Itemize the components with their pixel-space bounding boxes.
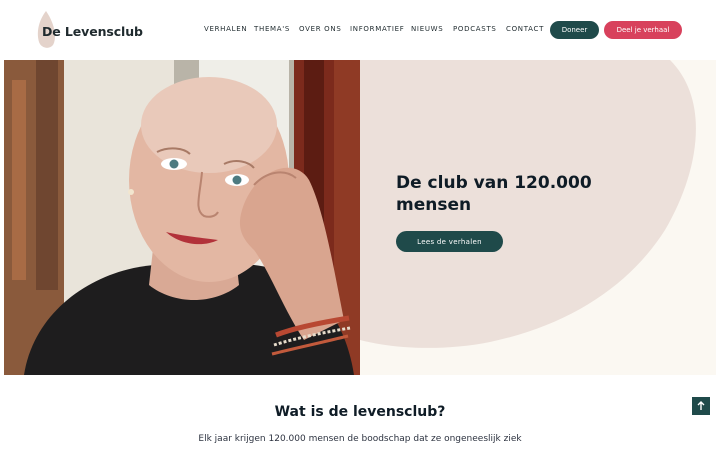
- hero-portrait-image: [4, 60, 360, 375]
- hero-section: De club van 120.000 mensen Lees de verha…: [4, 60, 716, 375]
- logo[interactable]: De Levensclub: [36, 10, 146, 50]
- share-story-button[interactable]: Deel je verhaal: [604, 21, 682, 39]
- read-stories-button[interactable]: Lees de verhalen: [396, 231, 503, 252]
- nav-item-over-ons[interactable]: OVER ONS: [299, 25, 341, 33]
- nav-item-contact[interactable]: CONTACT: [506, 25, 544, 33]
- nav-item-informatief[interactable]: INFORMATIEF: [350, 25, 404, 33]
- hero-decorative-blob: [360, 60, 696, 348]
- logo-text: De Levensclub: [42, 24, 143, 39]
- about-section-text: Elk jaar krijgen 120.000 mensen de boods…: [198, 434, 522, 444]
- back-to-top-button[interactable]: [692, 397, 710, 415]
- nav-item-podcasts[interactable]: PODCASTS: [453, 25, 497, 33]
- site-header: De Levensclub VERHALEN THEMA'S OVER ONS …: [0, 0, 720, 60]
- hero-title: De club van 120.000 mensen: [396, 173, 592, 215]
- donate-button[interactable]: Doneer: [550, 21, 599, 39]
- nav-item-verhalen[interactable]: VERHALEN: [204, 25, 247, 33]
- nav-item-themas[interactable]: THEMA'S: [254, 25, 290, 33]
- arrow-up-icon: [697, 401, 705, 410]
- about-section-title: Wat is de levensclub?: [274, 404, 446, 420]
- nav-item-nieuws[interactable]: NIEUWS: [411, 25, 443, 33]
